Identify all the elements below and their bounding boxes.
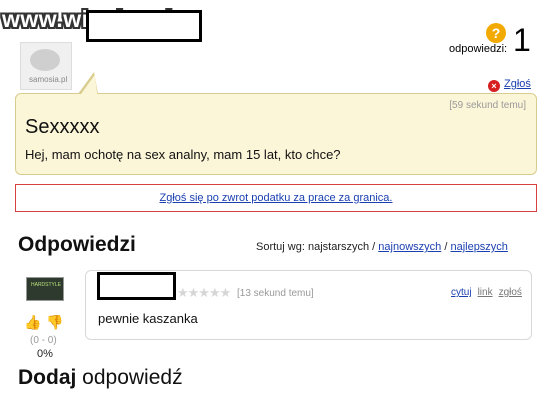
- sort-label: Sortuj wg: najstarszych /: [256, 241, 376, 253]
- ad-banner: Zgłoś się po zwrot podatku za prace za g…: [15, 184, 537, 212]
- answer-avatar-label: HARDSTYLE: [31, 282, 62, 288]
- answers-heading: Odpowiedzi: [18, 233, 136, 256]
- vote-percent: 0%: [37, 348, 53, 360]
- report-question[interactable]: × Zgłoś: [488, 78, 531, 92]
- censor-bar-username: [86, 10, 202, 42]
- site-logo-icon: [30, 49, 60, 71]
- quote-link[interactable]: cytuj: [451, 287, 472, 298]
- question-card: [59 sekund temu] Sexxxxx Hej, mam ochotę…: [15, 93, 537, 175]
- answer-avatar[interactable]: HARDSTYLE: [26, 277, 64, 301]
- thumbs-down-icon[interactable]: 👎: [46, 314, 63, 330]
- thumbs-up-icon[interactable]: 👍: [24, 314, 41, 330]
- question-body: Hej, mam ochotę na sex analny, mam 15 la…: [25, 147, 341, 162]
- add-answer-heading: Dodaj odpowiedź: [18, 366, 183, 390]
- question-mark-icon: ?: [486, 23, 506, 43]
- add-answer-rest: odpowiedź: [76, 366, 183, 389]
- avatar-label: samosia.pl: [29, 75, 68, 84]
- close-icon: ×: [488, 80, 500, 92]
- answer-actions: cytuj link zgłoś: [445, 287, 522, 298]
- sort-bar: Sortuj wg: najstarszych / najnowszych / …: [256, 241, 508, 253]
- report-link[interactable]: Zgłoś: [504, 78, 531, 90]
- add-answer-bold: Dodaj: [18, 366, 77, 389]
- sort-newest-link[interactable]: najnowszych: [378, 241, 441, 253]
- question-timestamp: [59 sekund temu]: [449, 100, 526, 111]
- sort-best-link[interactable]: najlepszych: [450, 241, 507, 253]
- rating-stars[interactable]: ★★★★★: [177, 285, 231, 301]
- sort-separator: /: [444, 241, 448, 253]
- answer-timestamp: [13 sekund temu]: [237, 288, 314, 299]
- answer-count-label: odpowiedzi:: [449, 43, 508, 55]
- censor-bar-answerer: [97, 272, 176, 300]
- vote-count: (0 - 0): [30, 335, 57, 346]
- answer-body: pewnie kaszanka: [98, 311, 198, 326]
- ad-link[interactable]: Zgłoś się po zwrot podatku za prace za g…: [160, 192, 393, 204]
- permalink-link[interactable]: link: [478, 287, 493, 298]
- question-title: Sexxxxx: [25, 116, 100, 138]
- report-answer-link[interactable]: zgłoś: [499, 287, 522, 298]
- answer-count: 1: [513, 22, 531, 58]
- avatar[interactable]: samosia.pl: [20, 42, 72, 90]
